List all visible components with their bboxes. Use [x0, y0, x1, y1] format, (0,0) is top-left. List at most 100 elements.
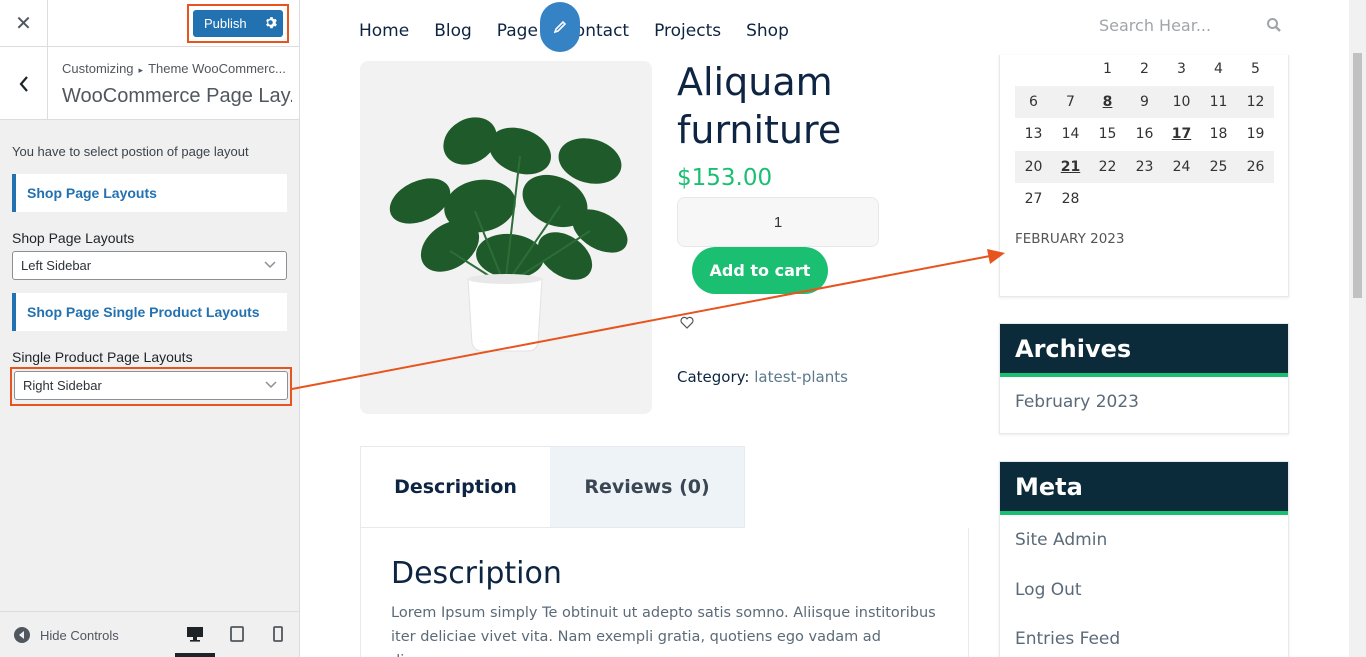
- hide-controls-button[interactable]: Hide Controls: [14, 627, 119, 643]
- desktop-preview-button[interactable]: [185, 624, 205, 644]
- heart-icon[interactable]: [680, 316, 694, 329]
- meta-widget: Meta Site Admin Log Out Entries Feed: [999, 461, 1289, 657]
- tab-reviews[interactable]: Reviews (0): [550, 447, 744, 527]
- archive-link[interactable]: February 2023: [1000, 377, 1288, 412]
- shop-layout-value: Left Sidebar: [21, 258, 92, 273]
- instructions-text: You have to select postion of page layou…: [12, 144, 249, 159]
- active-device-indicator: [175, 653, 215, 657]
- calendar-day: [1200, 183, 1237, 216]
- search-input[interactable]: Search Hear...: [1099, 16, 1211, 35]
- publish-label: Publish: [204, 16, 247, 31]
- description-heading: Description: [391, 556, 562, 591]
- nav-page[interactable]: Page: [497, 21, 538, 41]
- site-preview: Home Blog Page Contact Projects Shop Sea…: [300, 0, 1366, 657]
- calendar-day: 4: [1214, 61, 1223, 78]
- publish-highlight: Publish: [187, 4, 289, 43]
- tablet-preview-button[interactable]: [227, 624, 247, 644]
- quantity-input[interactable]: 1: [677, 197, 879, 247]
- close-customizer-button[interactable]: ✕: [0, 0, 48, 47]
- calendar-day: 19: [1246, 126, 1265, 143]
- nav-projects[interactable]: Projects: [654, 21, 721, 41]
- add-to-cart-button[interactable]: Add to cart: [692, 247, 828, 294]
- edit-shortcut-button[interactable]: [540, 2, 580, 52]
- shop-layout-label: Shop Page Layouts: [12, 230, 135, 246]
- shop-layout-select[interactable]: Left Sidebar: [12, 251, 287, 280]
- calendar-week-row: 27 28: [1015, 183, 1274, 216]
- section-controls: You have to select postion of page layou…: [0, 120, 299, 406]
- calendar-day: 10: [1163, 85, 1200, 118]
- section-header: Customizing ▸ Theme WooCommerc... WooComme…: [0, 47, 299, 120]
- nav-home[interactable]: Home: [359, 21, 409, 41]
- tab-description[interactable]: Description: [361, 447, 550, 527]
- product-price: $153.00: [677, 165, 773, 191]
- calendar-day: 9: [1126, 85, 1163, 118]
- archives-widget: Archives February 2023: [999, 323, 1289, 434]
- product-title-line2: furniture: [677, 108, 842, 152]
- hide-controls-label: Hide Controls: [40, 627, 119, 643]
- calendar-day: 22: [1089, 150, 1126, 183]
- breadcrumb-separator-icon: ▸: [138, 65, 144, 75]
- calendar-day: 6: [1015, 85, 1052, 118]
- calendar-day: 25: [1200, 150, 1237, 183]
- customizer-panel: ✕ Publish Customizing ▸ Theme WooCommerc..…: [0, 0, 300, 657]
- calendar-day: 12: [1237, 85, 1274, 118]
- product-image[interactable]: [360, 61, 652, 414]
- mobile-preview-button[interactable]: [268, 624, 288, 644]
- single-layout-label: Single Product Page Layouts: [12, 349, 193, 365]
- scrollbar-thumb[interactable]: [1353, 53, 1362, 298]
- gear-icon[interactable]: [257, 16, 283, 32]
- single-layout-value: Right Sidebar: [23, 378, 102, 393]
- calendar-day: 28: [1061, 191, 1080, 208]
- desktop-icon: [187, 627, 203, 642]
- calendar-day: 20: [1015, 150, 1052, 183]
- calendar-day[interactable]: 8: [1089, 85, 1126, 118]
- nav-shop[interactable]: Shop: [746, 21, 789, 41]
- mobile-icon: [273, 626, 283, 642]
- product-category: Category: latest-plants: [677, 368, 848, 386]
- calendar-day: 23: [1126, 150, 1163, 183]
- meta-site-admin-link[interactable]: Site Admin: [1000, 515, 1288, 550]
- nav-blog[interactable]: Blog: [434, 21, 472, 41]
- calendar-day: 11: [1200, 85, 1237, 118]
- calendar-day: [1015, 53, 1052, 86]
- meta-title: Meta: [1000, 462, 1288, 515]
- chevron-down-icon: [264, 261, 276, 269]
- archives-title: Archives: [1000, 324, 1288, 377]
- calendar-widget: 1 2 3 4 5 6 7 8 9 10 11 12 13 14 15 16 17 18 19 20 21 22 23 24 2…: [999, 55, 1289, 297]
- pencil-icon: [553, 20, 567, 34]
- close-icon: ✕: [15, 13, 32, 35]
- category-link[interactable]: latest-plants: [754, 368, 848, 386]
- meta-entries-feed-link[interactable]: Entries Feed: [1000, 600, 1288, 649]
- chevron-down-icon: [265, 381, 277, 389]
- calendar-month: FEBRUARY 2023: [1015, 231, 1125, 247]
- calendar-day[interactable]: 17: [1163, 118, 1200, 151]
- collapse-icon: [14, 627, 30, 643]
- main-nav: Home Blog Page Contact Projects Shop: [359, 21, 814, 41]
- plant-image: [389, 117, 628, 352]
- calendar-day: 3: [1177, 61, 1186, 78]
- chevron-left-icon: [19, 75, 28, 92]
- product-tabs: Description Reviews (0): [360, 446, 745, 528]
- description-text: Lorem Ipsum simply Te obtinuit ut adepto…: [391, 605, 936, 657]
- calendar-day: [1052, 53, 1089, 86]
- single-layouts-heading: Shop Page Single Product Layouts: [12, 293, 287, 331]
- calendar-day[interactable]: 21: [1052, 150, 1089, 183]
- calendar-table: 1 2 3 4 5 6 7 8 9 10 11 12 13 14 15 16 17 18 19 20 21 22 23 24 2…: [1015, 53, 1274, 216]
- meta-log-out-link[interactable]: Log Out: [1000, 550, 1288, 600]
- shop-layouts-heading: Shop Page Layouts: [12, 174, 287, 212]
- calendar-day: 15: [1098, 126, 1117, 143]
- calendar-day: 2: [1140, 61, 1149, 78]
- back-button[interactable]: [0, 47, 48, 120]
- publish-button[interactable]: Publish: [193, 10, 283, 37]
- calendar-day: [1089, 183, 1126, 216]
- tablet-icon: [230, 626, 244, 642]
- single-layout-highlight: Right Sidebar: [10, 367, 292, 406]
- scrollbar[interactable]: [1349, 0, 1366, 657]
- section-title: WooCommerce Page Lay...: [62, 85, 292, 107]
- calendar-day: 27: [1024, 191, 1043, 208]
- calendar-day: 18: [1209, 126, 1228, 143]
- search-icon[interactable]: [1266, 17, 1282, 33]
- product-title: Aliquam furniture: [677, 58, 841, 154]
- calendar-day: 24: [1163, 150, 1200, 183]
- single-layout-select[interactable]: Right Sidebar: [14, 371, 288, 400]
